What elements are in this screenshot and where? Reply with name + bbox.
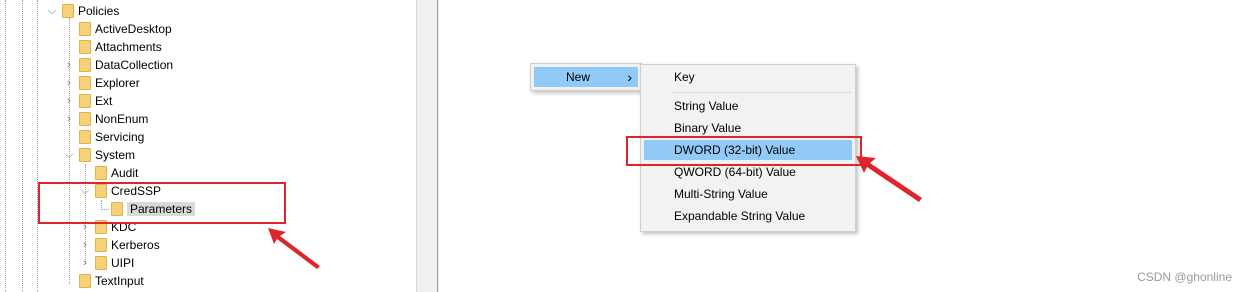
folder-icon: [95, 238, 107, 252]
tree-item-datacollection[interactable]: › DataCollection: [63, 56, 173, 74]
tree-item-policies[interactable]: ⌵ Policies: [46, 2, 119, 20]
registry-tree-pane: ⌵ Policies ActiveDesktop Attachments › D…: [0, 0, 416, 292]
menu-item-multi-string-value[interactable]: Multi-String Value: [644, 184, 852, 204]
tree-item-label: TextInput: [95, 274, 144, 288]
tree-guide-line: [37, 0, 38, 292]
context-menu: New ›: [530, 63, 642, 91]
chevron-right-icon[interactable]: ›: [63, 113, 75, 125]
annotation-highlight-box: [38, 182, 286, 224]
tree-item-label: Policies: [78, 4, 120, 18]
menu-item-new[interactable]: New ›: [534, 67, 638, 87]
watermark: CSDN @ghonline: [1137, 270, 1232, 284]
folder-icon: [79, 274, 91, 288]
folder-icon: [62, 4, 74, 18]
tree-item-label: Ext: [95, 94, 113, 108]
folder-icon: [79, 40, 91, 54]
chevron-right-icon[interactable]: ›: [79, 239, 91, 251]
tree-item-label: ActiveDesktop: [95, 22, 172, 36]
menu-item-label: Expandable String Value: [674, 209, 806, 223]
chevron-right-icon[interactable]: ›: [63, 77, 75, 89]
menu-item-label: Multi-String Value: [674, 187, 768, 201]
tree-item-label: NonEnum: [95, 112, 149, 126]
tree-guide-line: [5, 0, 6, 292]
tree-item-textinput[interactable]: TextInput: [79, 272, 144, 290]
folder-icon: [79, 58, 91, 72]
menu-item-key[interactable]: Key: [644, 67, 852, 87]
pane-divider: [437, 0, 438, 292]
menu-item-label: String Value: [674, 99, 739, 113]
annotation-highlight-box: [626, 136, 862, 166]
tree-item-kerberos[interactable]: › Kerberos: [79, 236, 160, 254]
menu-item-label: Key: [674, 70, 695, 84]
folder-icon: [79, 76, 91, 90]
annotation-arrow-icon: [268, 228, 320, 269]
tree-item-label: UIPI: [111, 256, 135, 270]
tree-item-label: Kerberos: [111, 238, 160, 252]
menu-item-expandable-string-value[interactable]: Expandable String Value: [644, 206, 852, 226]
menu-item-label: Binary Value: [674, 121, 742, 135]
folder-icon: [79, 148, 91, 162]
menu-separator: [673, 92, 851, 93]
folder-icon: [79, 130, 91, 144]
tree-item-label: DataCollection: [95, 58, 174, 72]
tree-item-uipi[interactable]: › UIPI: [79, 254, 134, 272]
tree-item-label: System: [95, 148, 136, 162]
menu-item-label: New: [566, 70, 591, 84]
menu-item-binary-value[interactable]: Binary Value: [644, 118, 852, 138]
submenu-arrow-icon: ›: [627, 69, 632, 85]
folder-icon: [79, 22, 91, 36]
folder-icon: [79, 112, 91, 126]
folder-icon: [95, 166, 107, 180]
folder-icon: [79, 94, 91, 108]
tree-item-activedesktop[interactable]: ActiveDesktop: [79, 20, 172, 38]
chevron-down-icon[interactable]: ⌵: [46, 5, 58, 17]
chevron-down-icon[interactable]: ⌵: [63, 149, 75, 161]
annotation-arrow-icon: [856, 156, 922, 202]
tree-item-explorer[interactable]: › Explorer: [63, 74, 140, 92]
menu-item-string-value[interactable]: String Value: [644, 96, 852, 116]
tree-item-system[interactable]: ⌵ System: [63, 146, 135, 164]
tree-item-audit[interactable]: Audit: [95, 164, 138, 182]
tree-item-ext[interactable]: › Ext: [63, 92, 112, 110]
tree-item-servicing[interactable]: Servicing: [79, 128, 144, 146]
tree-item-nonenum[interactable]: › NonEnum: [63, 110, 148, 128]
tree-item-label: Servicing: [95, 130, 145, 144]
tree-item-label: Audit: [111, 166, 139, 180]
folder-icon: [95, 256, 107, 270]
chevron-right-icon[interactable]: ›: [63, 95, 75, 107]
tree-guide-line: [22, 0, 23, 292]
tree-item-label: Attachments: [95, 40, 162, 54]
pane-splitter[interactable]: [416, 0, 439, 292]
tree-item-label: Explorer: [95, 76, 140, 90]
chevron-right-icon[interactable]: ›: [63, 59, 75, 71]
chevron-right-icon[interactable]: ›: [79, 257, 91, 269]
menu-item-label: QWORD (64-bit) Value: [674, 165, 796, 179]
tree-item-attachments[interactable]: Attachments: [79, 38, 162, 56]
